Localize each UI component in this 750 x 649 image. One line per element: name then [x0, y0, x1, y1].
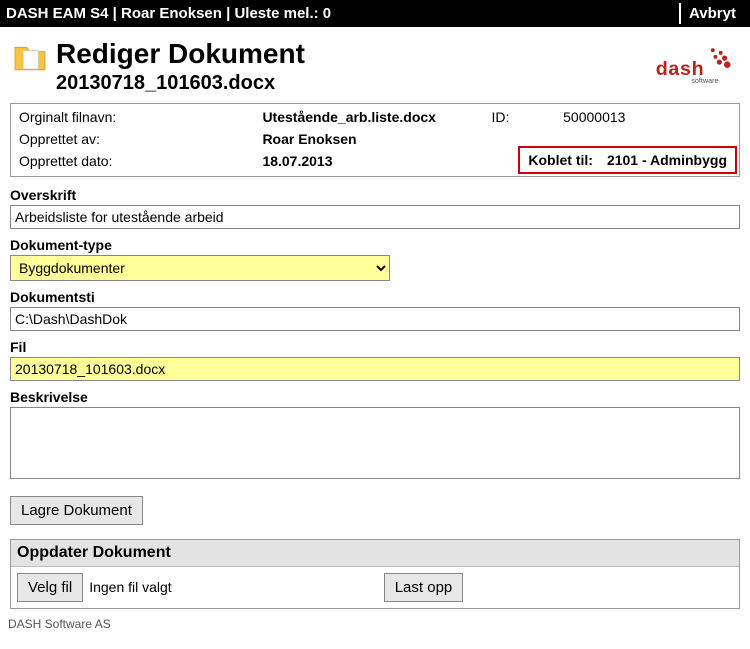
- overskrift-label: Overskrift: [10, 187, 740, 203]
- id-label: ID:: [490, 106, 562, 128]
- cancel-button[interactable]: Avbryt: [679, 3, 744, 24]
- fil-label: Fil: [10, 339, 740, 355]
- no-file-label: Ingen fil valgt: [89, 579, 172, 595]
- created-date-label: Opprettet dato:: [17, 150, 260, 172]
- id-value: 50000013: [561, 106, 733, 128]
- dash-logo: dash software: [620, 39, 740, 90]
- beskrivelse-label: Beskrivelse: [10, 389, 740, 405]
- topbar: DASH EAM S4 | Roar Enoksen | Uleste mel.…: [0, 0, 750, 27]
- details-box: Orginalt filnavn: Utestående_arb.liste.d…: [10, 103, 740, 177]
- orig-filename-value: Utestående_arb.liste.docx: [260, 106, 489, 128]
- doktype-label: Dokument-type: [10, 237, 740, 253]
- doktype-select[interactable]: Byggdokumenter: [10, 255, 390, 281]
- created-date-value: 18.07.2013: [260, 150, 489, 172]
- update-heading: Oppdater Dokument: [11, 540, 739, 567]
- overskrift-input[interactable]: [10, 205, 740, 229]
- folder-icon: [10, 39, 50, 82]
- choose-file-button[interactable]: Velg fil: [17, 573, 83, 602]
- orig-filename-label: Orginalt filnavn:: [17, 106, 260, 128]
- page-title: Rediger Dokument: [56, 39, 305, 70]
- linked-to-label: Koblet til:: [528, 152, 593, 168]
- upload-button[interactable]: Last opp: [384, 573, 464, 602]
- beskrivelse-textarea[interactable]: [10, 407, 740, 479]
- linked-to-value: 2101 - Adminbygg: [607, 152, 727, 168]
- doksti-input[interactable]: C:\Dash\DashDok: [10, 307, 740, 331]
- created-by-label: Opprettet av:: [17, 128, 260, 150]
- created-by-value: Roar Enoksen: [260, 128, 489, 150]
- fil-input[interactable]: 20130718_101603.docx: [10, 357, 740, 381]
- svg-text:software: software: [691, 76, 718, 85]
- save-button[interactable]: Lagre Dokument: [10, 496, 143, 525]
- update-box: Oppdater Dokument Velg fil Ingen fil val…: [10, 539, 740, 609]
- linked-to-box: Koblet til: 2101 - Adminbygg: [518, 146, 737, 174]
- doksti-label: Dokumentsti: [10, 289, 740, 305]
- topbar-title: DASH EAM S4 | Roar Enoksen | Uleste mel.…: [6, 5, 331, 22]
- page-subtitle: 20130718_101603.docx: [56, 72, 305, 95]
- footer: DASH Software AS: [0, 613, 750, 635]
